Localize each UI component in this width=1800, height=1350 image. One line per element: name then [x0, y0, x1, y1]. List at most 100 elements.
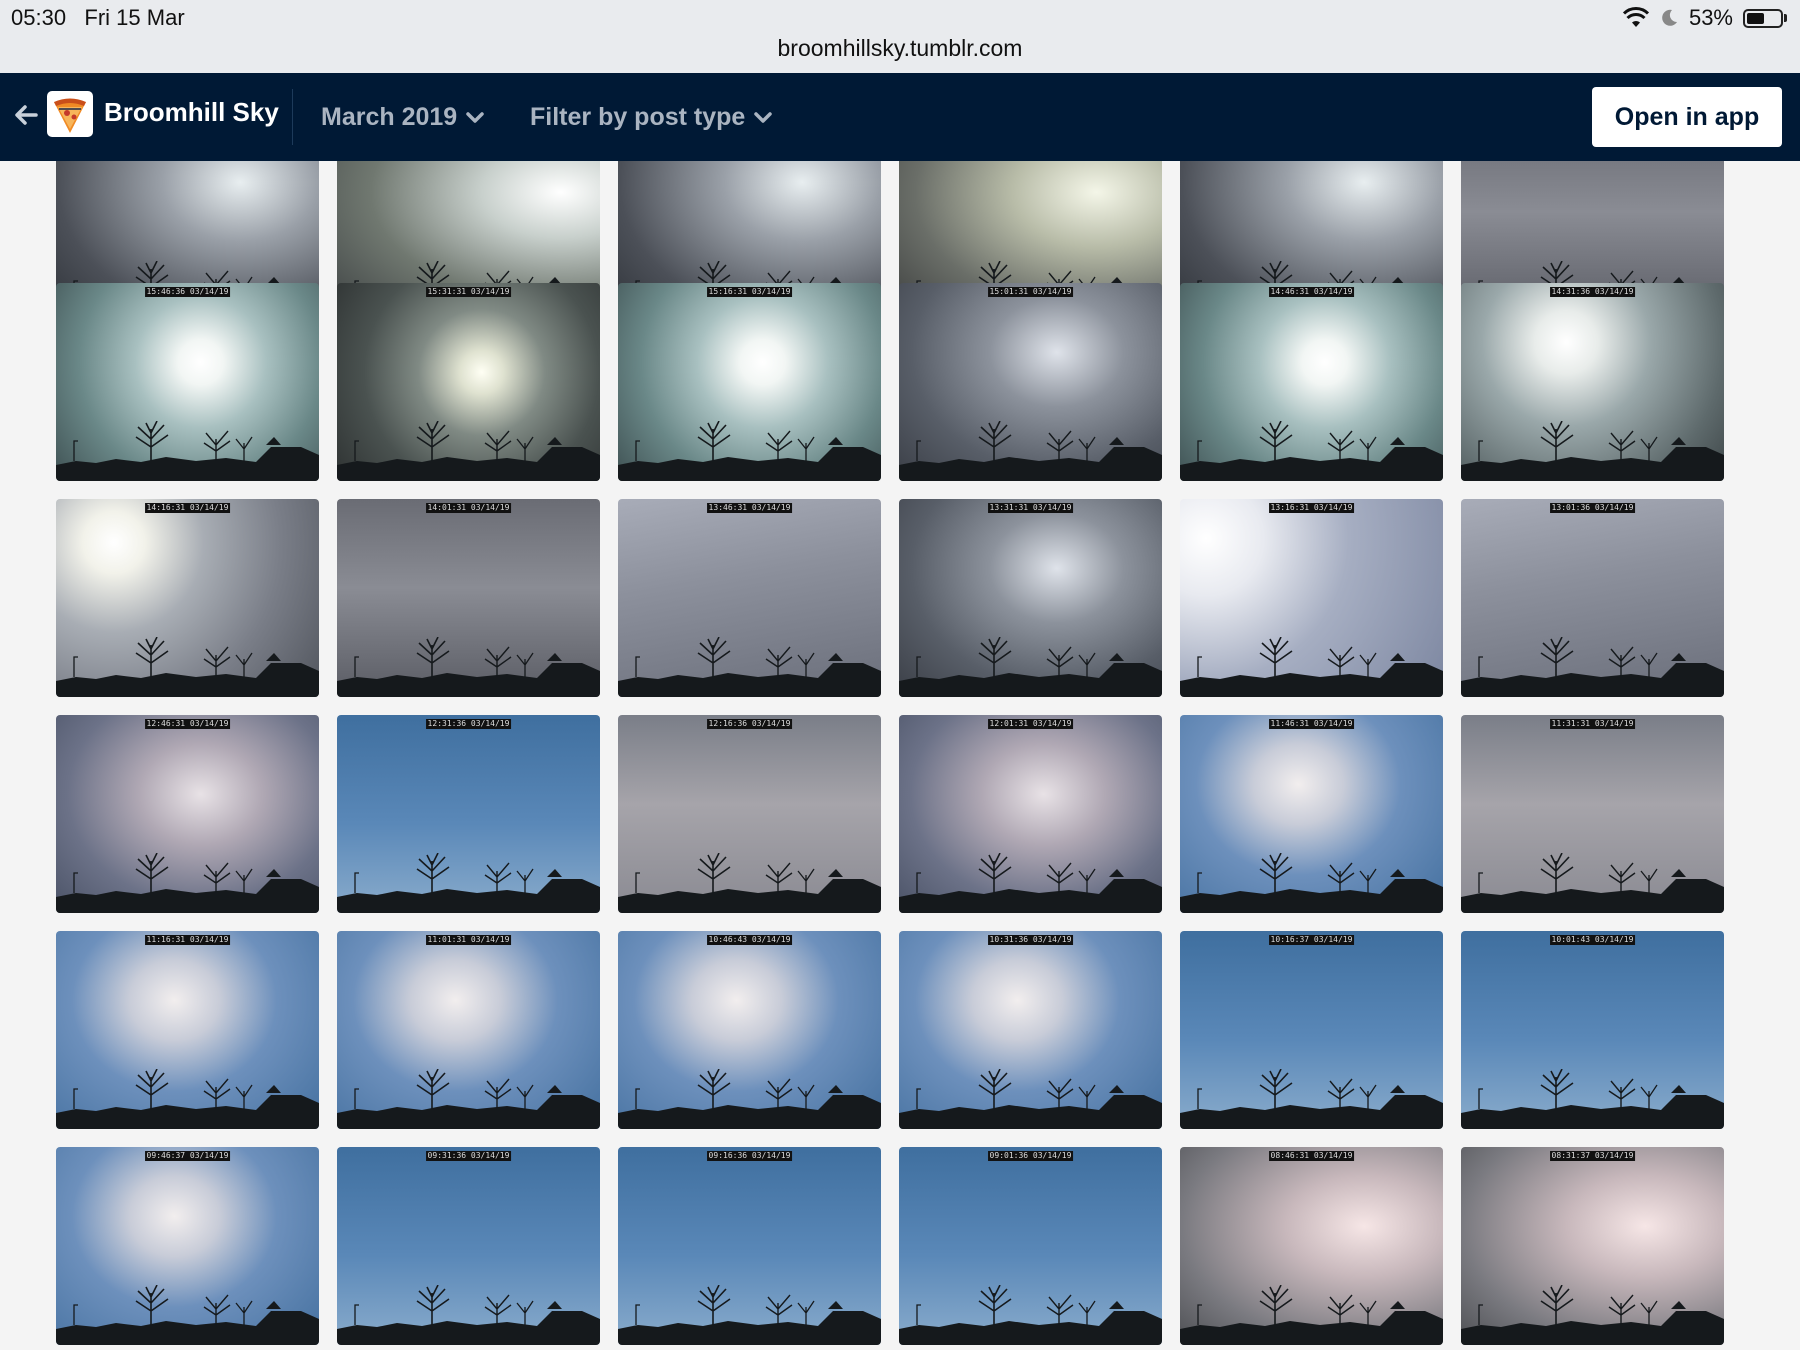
- sky-photo-tile[interactable]: 15:31:31 03/14/19: [337, 283, 600, 481]
- wifi-icon: [1622, 7, 1649, 27]
- photo-timestamp: 11:31:31 03/14/19: [1549, 719, 1636, 729]
- sky-photo-tile[interactable]: 14:16:31 03/14/19: [56, 499, 319, 697]
- sky-photo-tile[interactable]: 10:16:37 03/14/19: [1180, 931, 1443, 1129]
- photo-timestamp: 09:16:36 03/14/19: [706, 1151, 793, 1161]
- sky-photo-tile[interactable]: 10:31:36 03/14/19: [899, 931, 1162, 1129]
- photo-timestamp: 14:01:31 03/14/19: [425, 503, 512, 513]
- sky-photo-tile[interactable]: 12:16:36 03/14/19: [618, 715, 881, 913]
- photo-timestamp: 12:01:31 03/14/19: [987, 719, 1074, 729]
- status-icons: 53%: [1622, 5, 1787, 31]
- battery-percentage: 53%: [1688, 5, 1733, 30]
- tree-silhouette: [1461, 637, 1724, 697]
- photo-timestamp: 13:31:31 03/14/19: [987, 503, 1074, 513]
- photo-timestamp: 12:46:31 03/14/19: [144, 719, 231, 729]
- sky-photo-tile[interactable]: 14:46:31 03/14/19: [1180, 283, 1443, 481]
- sky-photo-tile[interactable]: 14:01:31 03/14/19: [337, 499, 600, 697]
- tree-silhouette: [337, 637, 600, 697]
- sky-photo-tile[interactable]: 08:46:31 03/14/19: [1180, 1147, 1443, 1345]
- browser-chrome: 05:30 Fri 15 Mar 53% broomhillsky.tumblr…: [0, 0, 1800, 73]
- sky-photo-tile[interactable]: 14:31:36 03/14/19: [1461, 283, 1724, 481]
- sky-photo-tile[interactable]: 12:01:31 03/14/19: [899, 715, 1162, 913]
- status-date: Fri 15 Mar: [84, 5, 185, 30]
- tree-silhouette: [56, 1069, 319, 1129]
- sky-photo-tile[interactable]: 08:31:37 03/14/19: [1461, 1147, 1724, 1345]
- tree-silhouette: [899, 637, 1162, 697]
- sky-photo-tile[interactable]: 11:31:31 03/14/19: [1461, 715, 1724, 913]
- photo-timestamp: 11:01:31 03/14/19: [425, 935, 512, 945]
- photo-timestamp: 08:46:31 03/14/19: [1268, 1151, 1355, 1161]
- photo-timestamp: 10:01:43 03/14/19: [1549, 935, 1636, 945]
- back-arrow-icon[interactable]: [12, 101, 40, 129]
- sky-photo-tile[interactable]: 12:46:31 03/14/19: [56, 715, 319, 913]
- blog-avatar[interactable]: [47, 91, 93, 137]
- tree-silhouette: [618, 1285, 881, 1345]
- post-type-filter-dropdown[interactable]: Filter by post type: [530, 103, 773, 132]
- clock: 05:30: [11, 5, 67, 30]
- sky-photo-tile[interactable]: 09:31:36 03/14/19: [337, 1147, 600, 1345]
- sky-photo-tile[interactable]: 09:46:37 03/14/19: [56, 1147, 319, 1345]
- photo-timestamp: 13:46:31 03/14/19: [706, 503, 793, 513]
- sky-photo-tile[interactable]: 12:31:36 03/14/19: [337, 715, 600, 913]
- sky-photo-tile[interactable]: 15:46:36 03/14/19: [56, 283, 319, 481]
- photo-timestamp: 13:01:36 03/14/19: [1549, 503, 1636, 513]
- tree-silhouette: [899, 1285, 1162, 1345]
- tree-silhouette: [1180, 853, 1443, 913]
- photo-timestamp: 10:31:36 03/14/19: [987, 935, 1074, 945]
- do-not-disturb-moon-icon: [1662, 9, 1677, 26]
- photo-timestamp: 12:16:36 03/14/19: [706, 719, 793, 729]
- photo-timestamp: 13:16:31 03/14/19: [1268, 503, 1355, 513]
- tree-silhouette: [337, 1285, 600, 1345]
- sky-photo-tile[interactable]: 10:46:43 03/14/19: [618, 931, 881, 1129]
- photo-timestamp: 11:46:31 03/14/19: [1268, 719, 1355, 729]
- month-filter-dropdown[interactable]: March 2019: [321, 103, 485, 132]
- photo-timestamp: 10:16:37 03/14/19: [1268, 935, 1355, 945]
- tree-silhouette: [1180, 637, 1443, 697]
- tree-silhouette: [1180, 1285, 1443, 1345]
- sky-photo-tile[interactable]: 13:16:31 03/14/19: [1180, 499, 1443, 697]
- tree-silhouette: [337, 421, 600, 481]
- sky-photo-tile[interactable]: 11:16:31 03/14/19: [56, 931, 319, 1129]
- tree-silhouette: [618, 853, 881, 913]
- open-in-app-button[interactable]: Open in app: [1592, 87, 1782, 147]
- tree-silhouette: [337, 853, 600, 913]
- sky-photo-tile[interactable]: 09:16:36 03/14/19: [618, 1147, 881, 1345]
- status-time: 05:30 Fri 15 Mar: [11, 5, 185, 31]
- battery-icon: [1743, 8, 1787, 28]
- tree-silhouette: [1461, 1285, 1724, 1345]
- header-divider: [292, 89, 293, 145]
- url-address[interactable]: broomhillsky.tumblr.com: [0, 35, 1800, 62]
- photo-grid: 15:46:36 03/14/19 15:31:31 03/14/19 15:16:…: [0, 161, 1800, 1350]
- tree-silhouette: [618, 1069, 881, 1129]
- photo-timestamp: 15:31:31 03/14/19: [425, 287, 512, 297]
- sky-photo-tile[interactable]: 15:16:31 03/14/19: [618, 283, 881, 481]
- sky-photo-tile[interactable]: 09:01:36 03/14/19: [899, 1147, 1162, 1345]
- photo-timestamp: 11:16:31 03/14/19: [144, 935, 231, 945]
- tree-silhouette: [899, 1069, 1162, 1129]
- photo-timestamp: 09:46:37 03/14/19: [144, 1151, 231, 1161]
- month-filter-label: March 2019: [321, 103, 458, 131]
- sky-photo-tile[interactable]: 15:01:31 03/14/19: [899, 283, 1162, 481]
- tree-silhouette: [1180, 421, 1443, 481]
- photo-timestamp: 10:46:43 03/14/19: [706, 935, 793, 945]
- sky-photo-tile[interactable]: 13:31:31 03/14/19: [899, 499, 1162, 697]
- sky-photo-tile[interactable]: 11:46:31 03/14/19: [1180, 715, 1443, 913]
- tree-silhouette: [56, 853, 319, 913]
- tree-silhouette: [899, 853, 1162, 913]
- photo-timestamp: 14:46:31 03/14/19: [1268, 287, 1355, 297]
- tree-silhouette: [618, 637, 881, 697]
- pizza-slice-icon: [54, 98, 86, 133]
- photo-timestamp: 15:16:31 03/14/19: [706, 287, 793, 297]
- photo-timestamp: 12:31:36 03/14/19: [425, 719, 512, 729]
- blog-title[interactable]: Broomhill Sky: [104, 97, 279, 128]
- photo-timestamp: 08:31:37 03/14/19: [1549, 1151, 1636, 1161]
- tree-silhouette: [899, 421, 1162, 481]
- sky-photo-tile[interactable]: 10:01:43 03/14/19: [1461, 931, 1724, 1129]
- tree-silhouette: [56, 637, 319, 697]
- tree-silhouette: [56, 1285, 319, 1345]
- chevron-down-icon: [466, 111, 484, 123]
- sky-photo-tile[interactable]: 13:01:36 03/14/19: [1461, 499, 1724, 697]
- tree-silhouette: [1461, 853, 1724, 913]
- sky-photo-tile[interactable]: 13:46:31 03/14/19: [618, 499, 881, 697]
- sky-photo-tile[interactable]: 11:01:31 03/14/19: [337, 931, 600, 1129]
- tree-silhouette: [618, 421, 881, 481]
